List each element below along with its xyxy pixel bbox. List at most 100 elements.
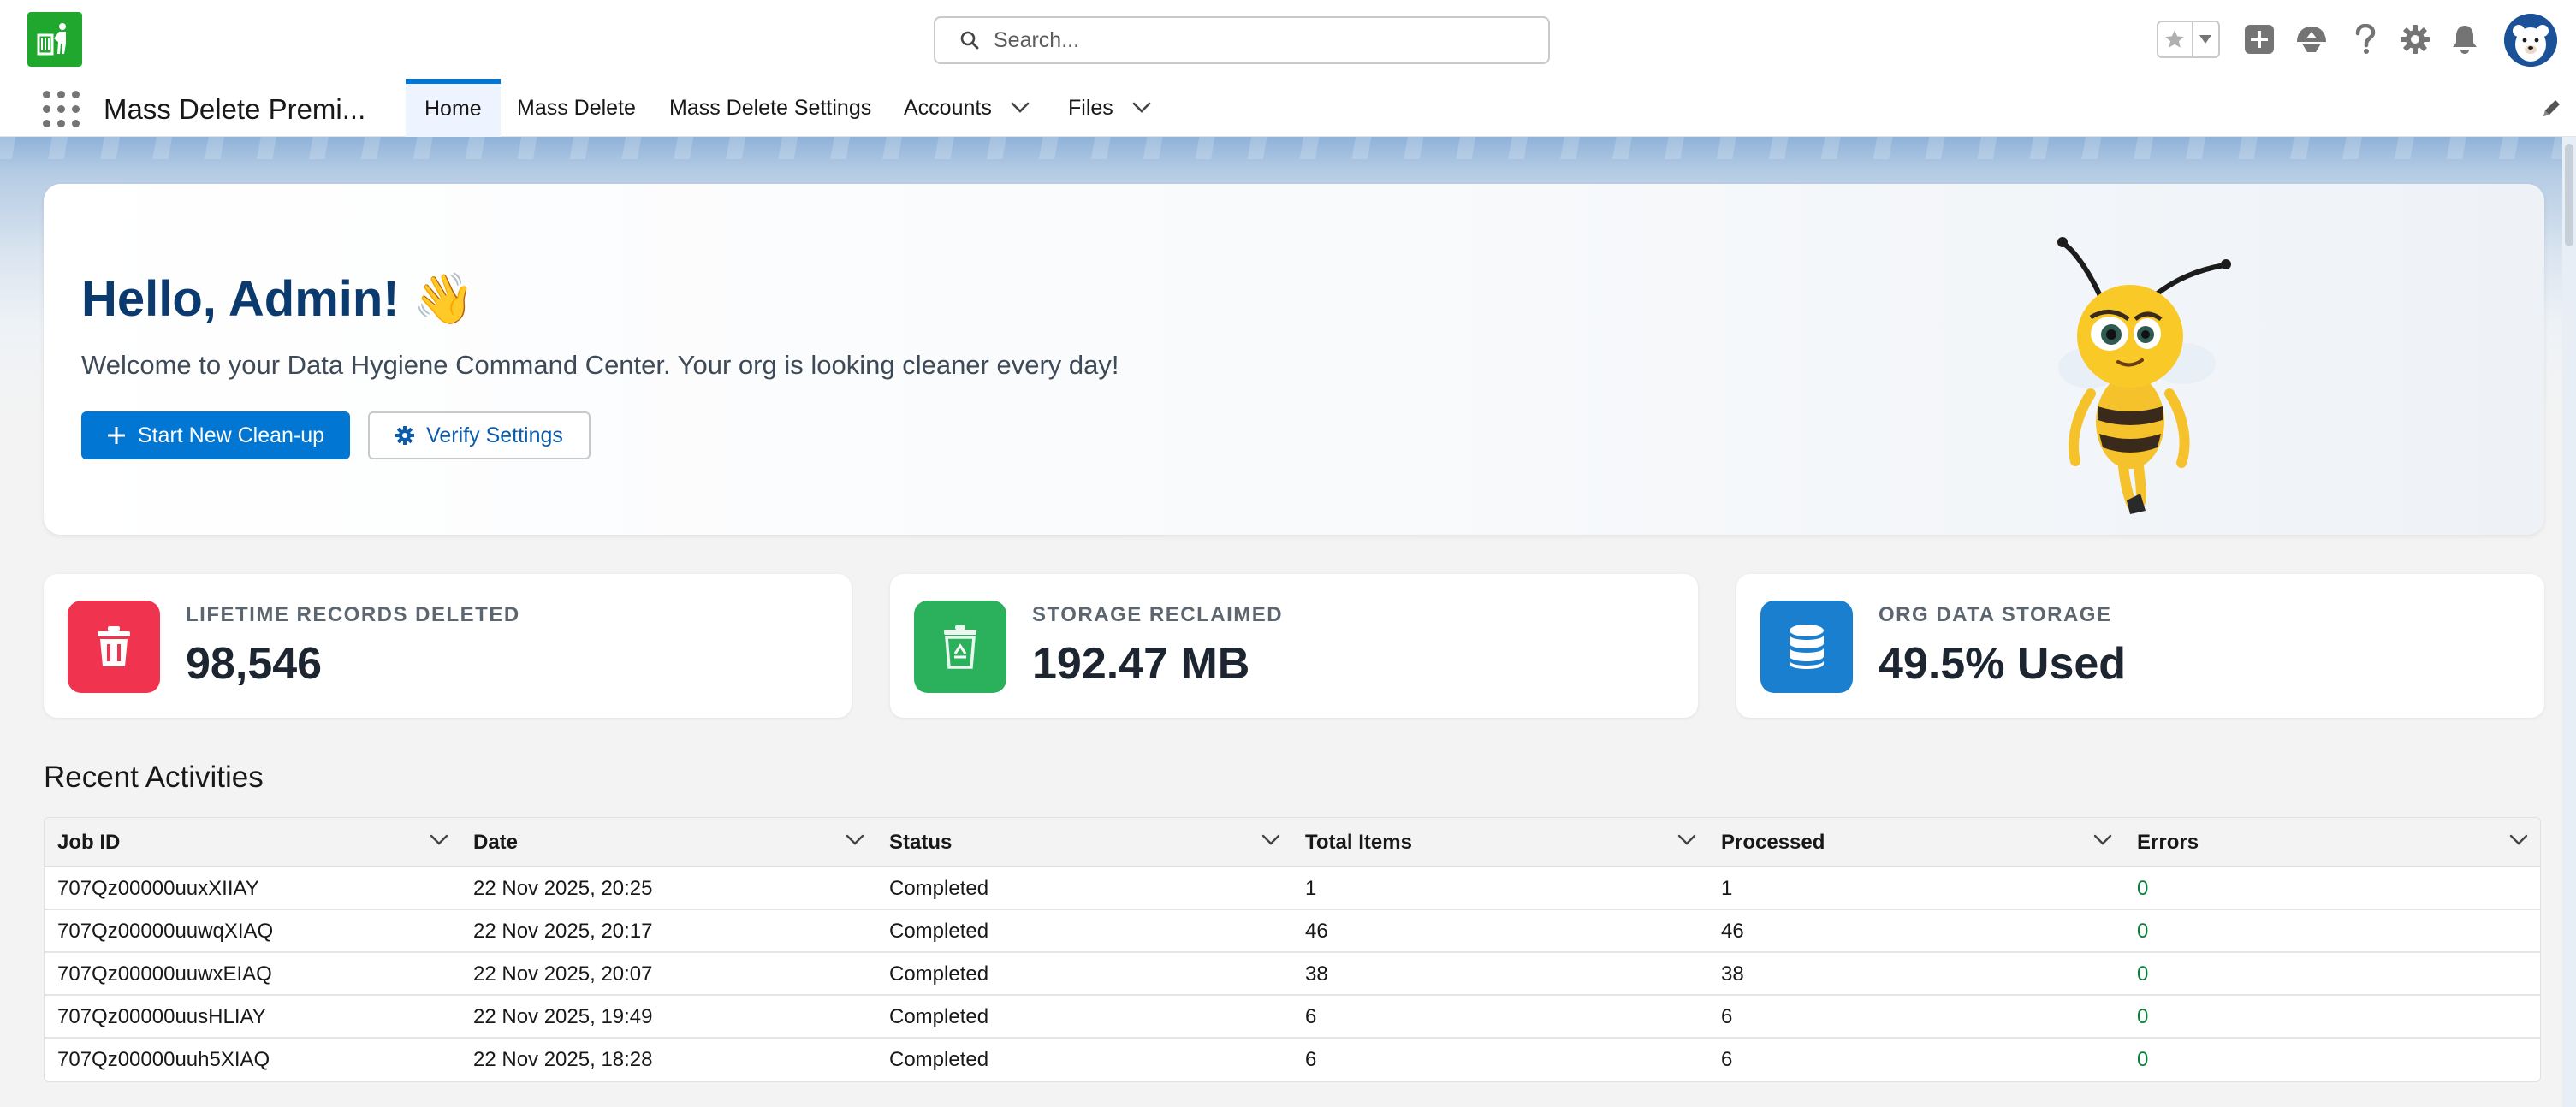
global-header [0,0,2576,79]
stat-value: 98,546 [186,639,323,689]
column-header-total-items[interactable]: Total Items [1292,818,1708,867]
column-label: Total Items [1305,831,1412,854]
stat-card-records-deleted: LIFETIME RECORDS DELETED 98,546 [44,574,852,718]
tab-files[interactable]: Files [1049,79,1170,137]
app-launcher-icon[interactable] [43,91,80,128]
global-search[interactable] [934,16,1550,64]
cell-errors: 0 [2137,962,2149,986]
table-row[interactable]: 707Qz00000uuwxEIAQ 22 Nov 2025, 20:07 Co… [45,953,2540,996]
cell-status: Completed [889,877,989,900]
trailhead-icon[interactable] [2294,22,2329,56]
chevron-down-icon[interactable] [430,834,448,846]
verify-settings-button[interactable]: Verify Settings [368,411,591,459]
hero-greeting: Hello, Admin! 👋 [81,271,475,327]
favorite-star-icon[interactable] [2158,22,2193,56]
column-header-processed[interactable]: Processed [1708,818,2124,867]
stat-value: 49.5% Used [1879,639,2127,689]
column-header-job-id[interactable]: Job ID [45,818,460,867]
chevron-down-icon[interactable] [1261,834,1280,846]
cell-total-items: 6 [1305,1048,1317,1071]
trash-icon [68,601,160,693]
tab-label: Home [424,96,482,121]
cell-status: Completed [889,962,989,986]
tab-label: Accounts [904,95,992,120]
tab-mass-delete[interactable]: Mass Delete [498,79,655,137]
cell-job-id: 707Qz00000uusHLIAY [57,1005,266,1028]
welcome-hero-card: Hello, Admin! 👋 Welcome to your Data Hyg… [44,184,2544,535]
cell-date: 22 Nov 2025, 20:25 [473,877,653,900]
recycle-bin-icon [914,601,1006,693]
cell-date: 22 Nov 2025, 18:28 [473,1048,653,1071]
column-label: Date [473,831,519,854]
setup-gear-icon[interactable] [2398,22,2432,56]
start-cleanup-label: Start New Clean-up [137,423,325,447]
cell-errors: 0 [2137,1005,2149,1028]
edit-nav-pencil-icon[interactable] [2540,98,2562,120]
cell-errors: 0 [2137,877,2149,900]
app-logo-icon[interactable] [27,12,82,67]
cell-status: Completed [889,1048,989,1071]
chevron-down-icon[interactable] [1677,834,1696,846]
search-icon [960,31,979,50]
database-icon [1760,601,1853,693]
bee-mascot-icon [2057,237,2231,514]
notifications-bell-icon[interactable] [2448,22,2482,56]
chevron-down-icon[interactable] [1011,102,1030,114]
stat-label: LIFETIME RECORDS DELETED [186,603,520,626]
plus-icon [107,427,125,444]
table-row[interactable]: 707Qz00000uuxXIIAY 22 Nov 2025, 20:25 Co… [45,867,2540,910]
column-label: Status [889,831,953,854]
cell-errors: 0 [2137,1048,2149,1071]
search-input[interactable] [994,27,1507,53]
chevron-down-icon[interactable] [1132,102,1151,114]
cell-total-items: 1 [1305,877,1317,900]
user-avatar-icon[interactable] [2504,14,2557,67]
recent-activities-table: Job ID Date Status Total Items Processed… [44,817,2541,1082]
cell-job-id: 707Qz00000uuwxEIAQ [57,962,272,986]
cell-processed: 6 [1721,1048,1733,1071]
verify-settings-label: Verify Settings [426,423,563,447]
column-header-date[interactable]: Date [460,818,876,867]
favorites-dropdown-icon[interactable] [2193,22,2218,56]
tab-home[interactable]: Home [406,79,501,137]
chevron-down-icon[interactable] [2509,834,2528,846]
favorites-group [2157,21,2220,58]
tab-mass-delete-settings[interactable]: Mass Delete Settings [650,79,890,137]
global-create-icon[interactable] [2242,22,2276,56]
stat-card-org-data-storage: ORG DATA STORAGE 49.5% Used [1736,574,2544,718]
cell-date: 22 Nov 2025, 20:07 [473,962,653,986]
tab-label: Files [1068,95,1113,120]
cell-job-id: 707Qz00000uuwqXIAQ [57,920,274,943]
table-row[interactable]: 707Qz00000uusHLIAY 22 Nov 2025, 19:49 Co… [45,996,2540,1039]
recent-activities-title: Recent Activities [44,761,264,794]
cell-job-id: 707Qz00000uuh5XIAQ [57,1048,270,1071]
cell-total-items: 46 [1305,920,1328,943]
cell-processed: 6 [1721,1005,1733,1028]
stat-value: 192.47 MB [1032,639,1250,689]
table-row[interactable]: 707Qz00000uuwqXIAQ 22 Nov 2025, 20:17 Co… [45,910,2540,953]
column-label: Processed [1721,831,1825,854]
cell-status: Completed [889,1005,989,1028]
page-scrollbar[interactable] [2562,137,2576,1107]
table-row[interactable]: 707Qz00000uuh5XIAQ 22 Nov 2025, 18:28 Co… [45,1039,2540,1081]
column-label: Job ID [57,831,121,854]
table-header: Job ID Date Status Total Items Processed… [45,818,2540,867]
column-header-errors[interactable]: Errors [2124,818,2540,867]
start-cleanup-button[interactable]: Start New Clean-up [81,411,350,459]
stat-label: STORAGE RECLAIMED [1032,603,1284,626]
column-header-status[interactable]: Status [876,818,1292,867]
help-icon[interactable] [2348,22,2383,56]
stat-label: ORG DATA STORAGE [1879,603,2112,626]
cell-job-id: 707Qz00000uuxXIIAY [57,877,259,900]
tab-accounts[interactable]: Accounts [885,79,1048,137]
app-name: Mass Delete Premi... [104,93,365,125]
cell-status: Completed [889,920,989,943]
cell-total-items: 6 [1305,1005,1317,1028]
cell-errors: 0 [2137,920,2149,943]
cell-date: 22 Nov 2025, 19:49 [473,1005,653,1028]
column-label: Errors [2137,831,2199,854]
chevron-down-icon[interactable] [846,834,864,846]
cell-date: 22 Nov 2025, 20:17 [473,920,653,943]
stat-card-storage-reclaimed: STORAGE RECLAIMED 192.47 MB [890,574,1698,718]
chevron-down-icon[interactable] [2093,834,2112,846]
